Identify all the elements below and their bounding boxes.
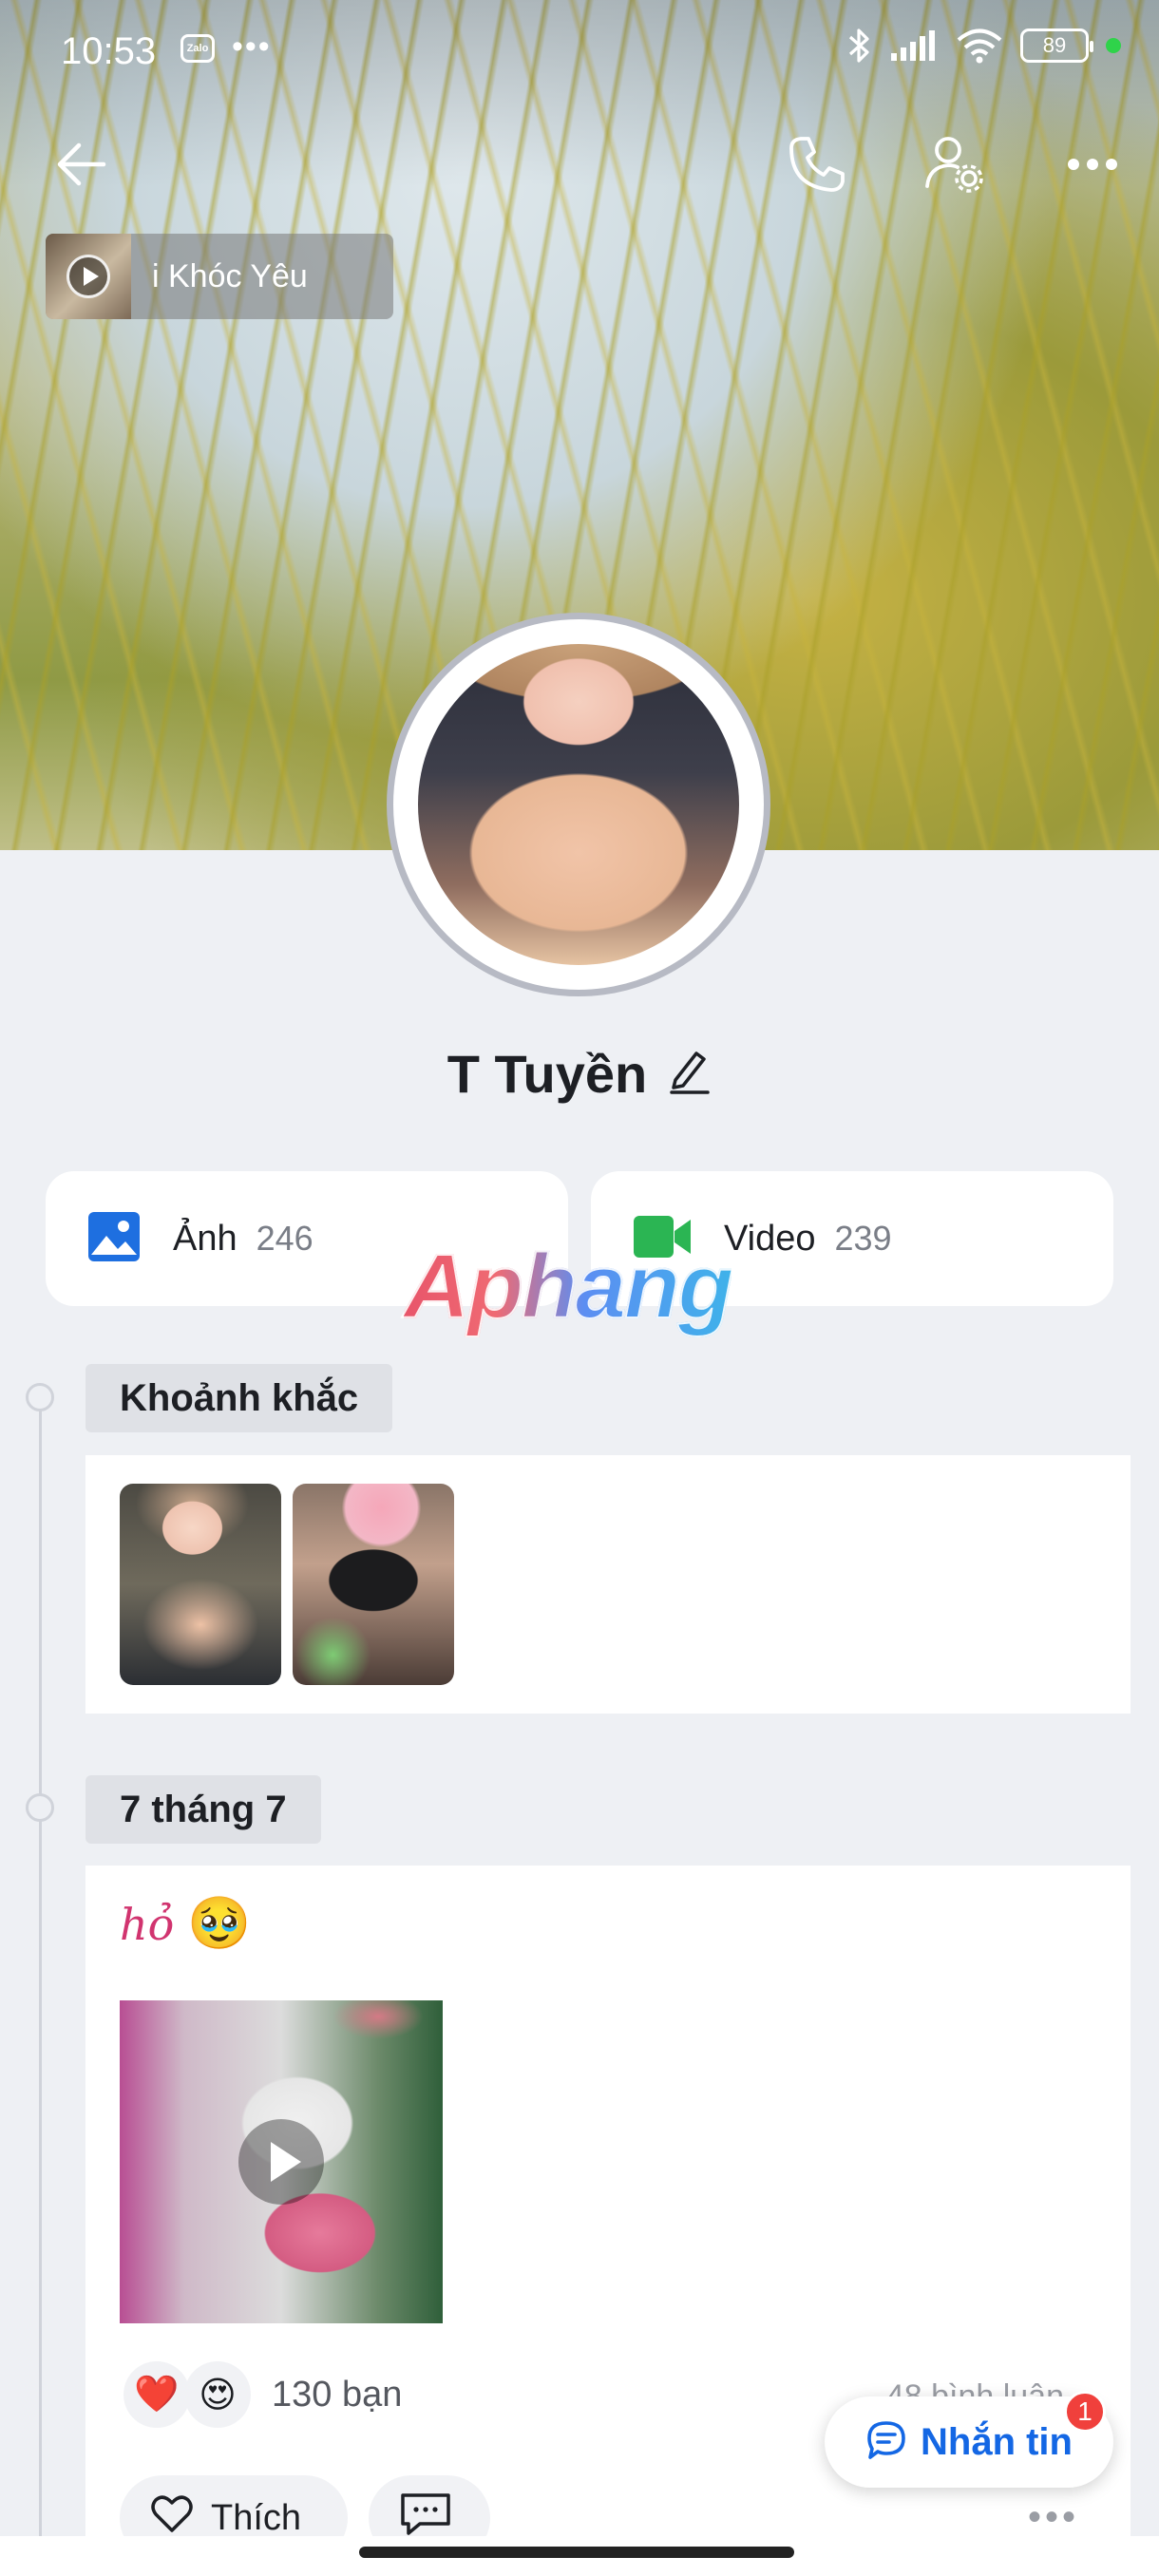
like-label: Thích [211,2497,302,2538]
edit-name-icon[interactable] [668,1048,712,1100]
profile-avatar[interactable] [387,613,770,996]
phone-icon [788,135,846,199]
back-arrow-icon [54,142,107,192]
watermark: Aphang [403,1235,734,1338]
privacy-indicator-icon [1106,38,1121,53]
post-text: hỏ 🥹 [120,1894,252,1954]
zalo-notification-icon: Zalo [180,34,215,63]
home-indicator[interactable] [359,2547,794,2558]
date-header: 7 tháng 7 [86,1775,321,1844]
timeline-node [26,1793,54,1822]
status-time: 10:53 [61,30,157,72]
avatar-image [418,644,739,965]
heart-reaction-icon: ❤️ [124,2361,190,2428]
post-caption: hỏ [120,1898,175,1950]
signal-icon [889,28,939,63]
status-bar: 10:53 Zalo ••• 89 [0,0,1159,104]
back-button[interactable] [38,123,124,209]
moment-thumbnail[interactable] [293,1484,454,1685]
post-more-button[interactable]: ••• [1028,2496,1079,2539]
moment-thumbnail[interactable] [120,1484,281,1685]
music-title: i Khóc Yêu [152,257,308,294]
play-icon[interactable] [66,255,110,298]
photos-label: Ảnh [173,1218,238,1259]
image-icon [87,1211,141,1267]
profile-name: T Tuyền [446,1044,648,1104]
music-thumbnail [46,234,131,319]
user-settings-icon [923,133,986,200]
post-emoji: 🥹 [187,1895,252,1952]
love-eyes-reaction-icon: 😍 [184,2361,251,2428]
profile-music[interactable]: i Khóc Yêu [46,234,393,319]
send-message-label: Nhắn tin [921,2420,1073,2463]
profile-name-row: T Tuyền [0,1043,1159,1105]
timeline-node [26,1383,54,1411]
reactions-summary[interactable]: ❤️ 😍 130 bạn [124,2361,402,2428]
bluetooth-icon [847,27,872,65]
moments-header: Khoảnh khắc [86,1364,393,1432]
play-icon[interactable] [238,2119,324,2205]
post-video[interactable] [120,2000,443,2323]
more-notifications-icon: ••• [232,28,272,65]
unread-badge: 1 [1064,2391,1106,2433]
reaction-count: 130 bạn [272,2374,403,2415]
profile-settings-button[interactable] [912,123,998,209]
videos-label: Video [724,1218,816,1259]
battery-icon: 89 [1020,28,1093,63]
moments-panel [86,1455,1130,1714]
photos-count: 246 [256,1219,314,1258]
wifi-icon [956,28,1003,64]
videos-count: 239 [834,1219,892,1258]
more-icon [1067,158,1118,176]
timeline-line [39,1396,42,2574]
chat-bubble-icon [865,2419,907,2466]
more-options-button[interactable] [1050,123,1135,209]
send-message-button[interactable]: Nhắn tin 1 [825,2391,1113,2488]
call-button[interactable] [774,123,860,209]
